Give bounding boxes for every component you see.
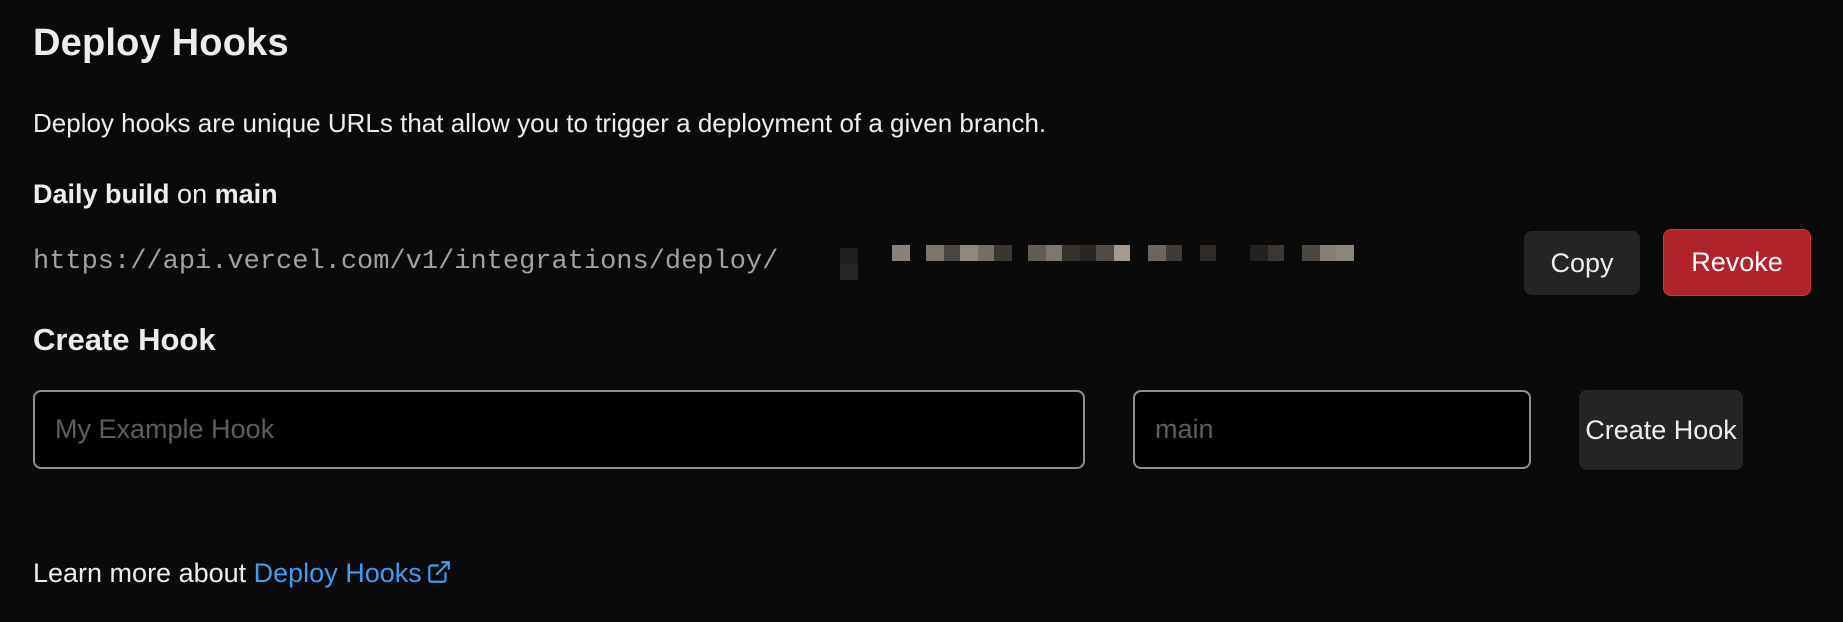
redacted-token <box>840 245 1480 283</box>
create-hook-button[interactable]: Create Hook <box>1579 390 1743 470</box>
hook-branch: main <box>214 179 278 209</box>
hook-url-row: https://api.vercel.com/v1/integrations/d… <box>33 228 1811 298</box>
branch-input[interactable] <box>1133 390 1531 469</box>
learn-more-text: Learn more about Deploy Hooks <box>33 558 452 589</box>
deploy-hooks-link[interactable]: Deploy Hooks <box>254 558 452 588</box>
hook-heading: Daily build on main <box>33 179 278 210</box>
section-title: Deploy Hooks <box>33 22 289 64</box>
deploy-hooks-section: Deploy Hooks Deploy hooks are unique URL… <box>33 0 1811 622</box>
learn-more-label: Learn more about <box>33 558 247 588</box>
hook-url: https://api.vercel.com/v1/integrations/d… <box>33 247 779 277</box>
copy-button[interactable]: Copy <box>1524 231 1640 295</box>
revoke-button[interactable]: Revoke <box>1663 229 1811 296</box>
create-hook-title: Create Hook <box>33 322 216 357</box>
hook-on-label: on <box>177 179 208 209</box>
hook-name: Daily build <box>33 179 170 209</box>
deploy-hooks-link-label: Deploy Hooks <box>253 558 422 588</box>
external-link-icon <box>427 561 450 583</box>
hook-name-input[interactable] <box>33 390 1085 469</box>
section-description: Deploy hooks are unique URLs that allow … <box>33 108 1047 138</box>
